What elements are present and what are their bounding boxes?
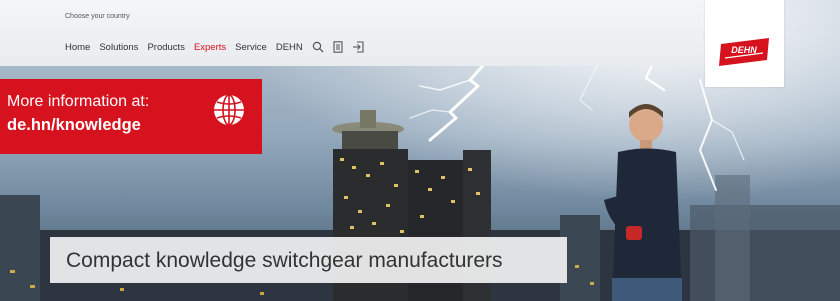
nav-item-solutions[interactable]: Solutions — [99, 42, 138, 53]
nav-item-home[interactable]: Home — [65, 42, 90, 53]
nav-item-service[interactable]: Service — [235, 42, 267, 53]
page-title: Compact knowledge switchgear manufacture… — [66, 249, 503, 272]
globe-icon — [214, 94, 244, 126]
country-selector[interactable]: Choose your country — [65, 13, 130, 20]
nav-item-dehn[interactable]: DEHN — [276, 42, 303, 53]
knowledge-link[interactable]: de.hn/knowledge — [7, 116, 141, 135]
search-icon[interactable] — [312, 41, 324, 53]
caption-bar: Compact knowledge switchgear manufacture… — [50, 237, 567, 283]
document-icon[interactable] — [333, 41, 343, 53]
nav-item-products[interactable]: Products — [147, 42, 185, 53]
site-header: Choose your country Home Solutions Produ… — [0, 0, 705, 66]
nav-item-experts[interactable]: Experts — [194, 42, 226, 53]
login-icon[interactable] — [352, 41, 364, 53]
hero-banner: Choose your country Home Solutions Produ… — [0, 0, 840, 301]
main-nav: Home Solutions Products Experts Service … — [65, 41, 373, 53]
dehn-logo-mark: DEHN — [719, 38, 769, 66]
dehn-logo[interactable]: DEHN — [705, 0, 784, 87]
info-box[interactable]: More information at: de.hn/knowledge — [0, 79, 262, 154]
info-box-label: More information at: — [7, 93, 150, 110]
svg-text:DEHN: DEHN — [731, 45, 757, 55]
